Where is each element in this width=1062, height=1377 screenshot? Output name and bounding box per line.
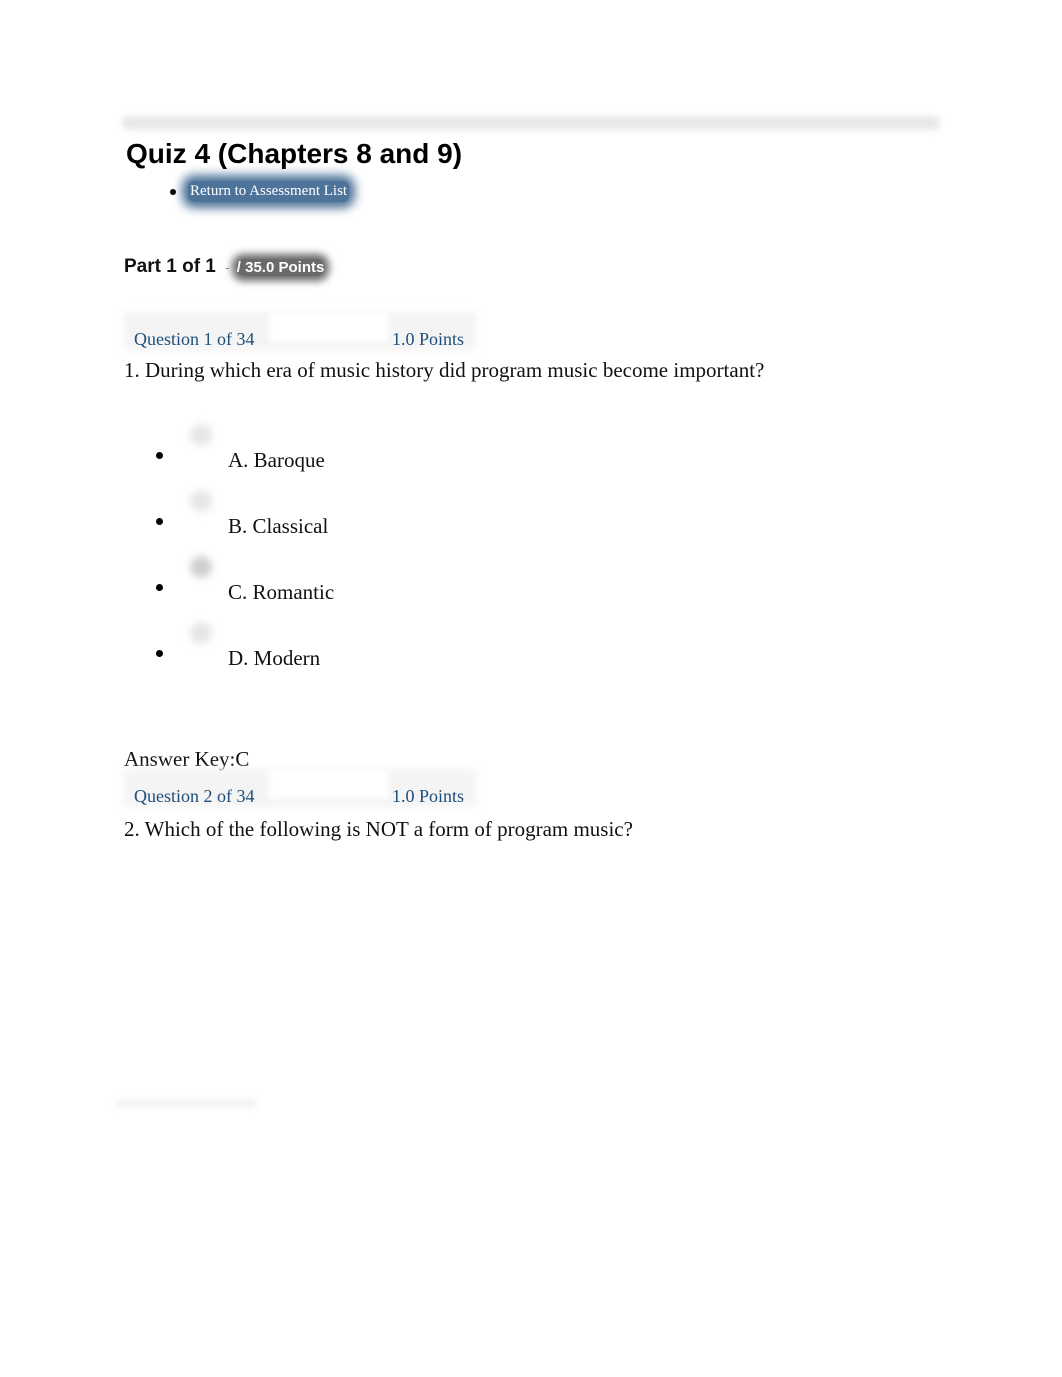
question-header: Question 1 of 34 1.0 Points <box>124 312 476 350</box>
radio-button-selected[interactable] <box>190 556 212 578</box>
option-label: D. Modern <box>228 646 321 670</box>
part-points: / 35.0 Points <box>236 259 325 276</box>
radio-button[interactable] <box>190 424 212 446</box>
option-label: B. Classical <box>228 514 329 538</box>
question-text: 1. During which era of music history did… <box>124 358 765 382</box>
question-number: Question 2 of 34 <box>134 786 255 806</box>
question-points: 1.0 Points <box>392 786 465 806</box>
part-separator: - <box>225 260 230 275</box>
return-to-assessment-list-link[interactable]: Return to Assessment List <box>188 181 350 202</box>
question-number: Question 1 of 34 <box>134 329 255 349</box>
question-points: 1.0 Points <box>392 329 465 349</box>
part-header: Part 1 of 1 - / 35.0 Points <box>124 256 325 278</box>
nav-list: Return to Assessment List <box>168 181 350 202</box>
part-label: Part 1 of 1 <box>124 256 216 277</box>
radio-button[interactable] <box>190 490 212 512</box>
option-label: A. Baroque <box>228 448 325 472</box>
bullet-icon <box>156 452 163 459</box>
radio-button[interactable] <box>190 622 212 644</box>
nav-item-return: Return to Assessment List <box>168 181 350 202</box>
question-text: 2. Which of the following is NOT a form … <box>124 817 633 841</box>
page-title: Quiz 4 (Chapters 8 and 9) <box>126 138 463 169</box>
bullet-icon <box>156 584 163 591</box>
bullet-icon <box>156 518 163 525</box>
option-label: C. Romantic <box>228 580 335 604</box>
divider <box>116 1100 256 1106</box>
question-header: Question 2 of 34 1.0 Points <box>124 769 476 807</box>
top-bar <box>122 116 940 130</box>
bullet-icon <box>156 650 163 657</box>
